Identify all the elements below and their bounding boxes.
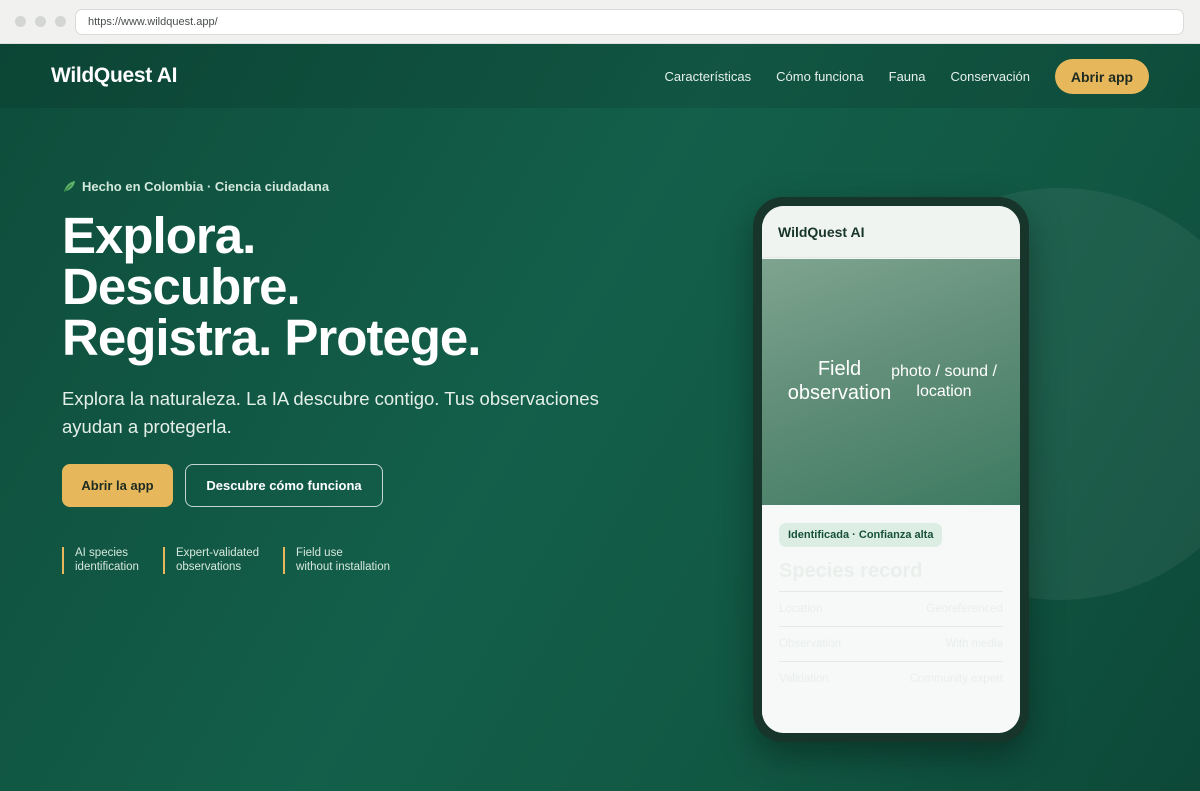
feature-line: without installation (296, 560, 391, 573)
origin-badge: Hecho en Colombia · Ciencia ciudadana (62, 179, 329, 194)
record-row: Validation Community expert (779, 661, 1003, 696)
nav-link-fauna[interactable]: Fauna (889, 69, 926, 84)
phone-mockup: WildQuest AI Field observation photo / s… (753, 197, 1029, 742)
brand-logo[interactable]: WildQuest AI (51, 64, 177, 88)
feature-line: identification (75, 560, 139, 573)
record-title: Species record (779, 560, 923, 582)
window-close-dot[interactable] (15, 16, 26, 27)
leaf-icon (63, 180, 76, 193)
feature-line: Field use (296, 547, 343, 559)
photo-sublabel: photo / sound / location (891, 363, 997, 400)
feature-item: AI species identification (62, 547, 139, 574)
feature-item: Expert-validated observations (162, 547, 260, 574)
top-navigation: WildQuest AI Características Cómo funcio… (0, 44, 1200, 108)
record-rows: Location Georeferenced Observation With … (779, 591, 1003, 696)
open-app-nav-button[interactable]: Abrir app (1055, 59, 1149, 94)
how-it-works-button[interactable]: Descubre cómo funciona (185, 464, 383, 507)
phone-screen: WildQuest AI Field observation photo / s… (762, 206, 1020, 733)
nav-link-como-funciona[interactable]: Cómo funciona (776, 69, 863, 84)
headline-line-3: Registra. Protege. (62, 309, 481, 366)
hero-subtext: Explora la naturaleza. La IA descubre co… (62, 388, 599, 437)
feature-line: observations (175, 560, 242, 573)
window-maximize-dot[interactable] (55, 16, 66, 27)
confidence-badge: Identificada · Confianza alta (779, 523, 943, 547)
record-row-value: Community expert (909, 673, 1003, 685)
nav-link-conservacion[interactable]: Conservación (951, 69, 1031, 84)
origin-badge-text: Hecho en Colombia · Ciencia ciudadana (82, 179, 330, 194)
address-bar[interactable]: https://www.wildquest.app/ (75, 9, 1184, 35)
photo-label: Field observation (787, 358, 892, 404)
record-row: Observation With media (779, 626, 1003, 661)
feature-list: AI species identification Expert-validat… (62, 547, 414, 574)
feature-line: Expert-validated (175, 547, 260, 559)
record-row: Location Georeferenced (779, 591, 1003, 626)
app-header: WildQuest AI (762, 206, 1020, 258)
record-row-value: Georeferenced (926, 603, 1003, 615)
record-row-label: Location (779, 603, 823, 615)
feature-line: AI species (75, 547, 129, 559)
record-row-label: Validation (779, 673, 829, 685)
species-card: Identificada · Confianza alta Species re… (762, 505, 1020, 733)
hero-headline: Explora. Descubre. Registra. Protege. (62, 207, 481, 366)
open-app-button[interactable]: Abrir la app (62, 464, 173, 507)
nav-links: Características Cómo funciona Fauna Cons… (664, 69, 1030, 84)
nav-link-caracteristicas[interactable]: Características (664, 69, 751, 84)
headline-line-1: Explora. (62, 207, 256, 264)
window-minimize-dot[interactable] (35, 16, 46, 27)
record-row-value: With media (945, 638, 1003, 650)
observation-photo: Field observation photo / sound / locati… (762, 259, 1020, 505)
feature-item: Field use without installation (283, 547, 390, 574)
address-bar-url: https://www.wildquest.app/ (88, 16, 218, 28)
app-title: WildQuest AI (778, 224, 865, 240)
headline-line-2: Descubre. (62, 258, 301, 315)
landing-page: WildQuest AI Características Cómo funcio… (0, 44, 1200, 791)
browser-toolbar: https://www.wildquest.app/ (0, 0, 1200, 44)
record-row-label: Observation (779, 638, 842, 650)
